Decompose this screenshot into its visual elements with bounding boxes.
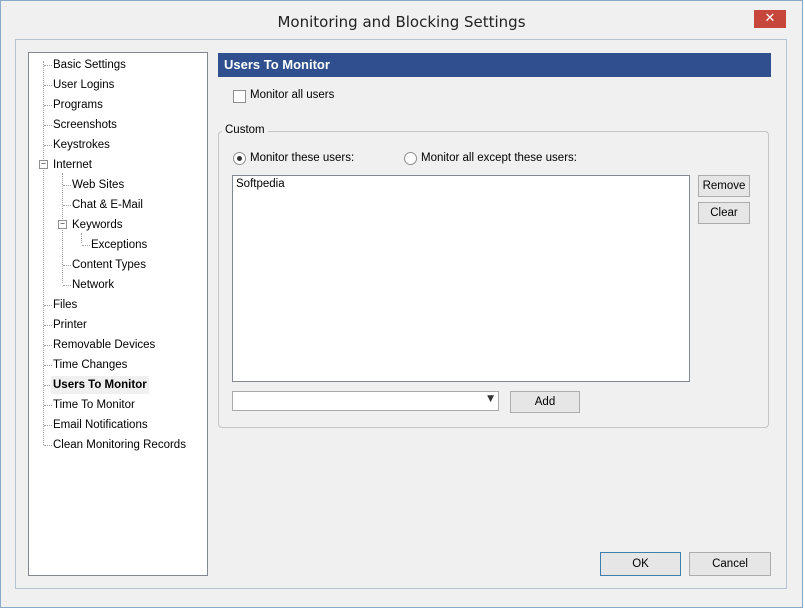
collapse-internet-icon[interactable]: − xyxy=(39,160,48,169)
monitor-all-checkbox[interactable] xyxy=(233,90,246,103)
clear-button[interactable]: Clear xyxy=(698,202,750,224)
close-button[interactable]: ✕ xyxy=(754,10,786,28)
collapse-keywords-icon[interactable]: − xyxy=(58,220,67,229)
tree-item-printer[interactable]: Printer xyxy=(51,316,89,334)
tree-item-chat-email[interactable]: Chat & E-Mail xyxy=(70,196,145,214)
title-bar: Monitoring and Blocking Settings ✕ xyxy=(1,1,802,39)
tree-item-keywords[interactable]: Keywords xyxy=(70,216,125,234)
tree-item-user-logins[interactable]: User Logins xyxy=(51,76,116,94)
monitor-these-label[interactable]: Monitor these users: xyxy=(250,152,354,164)
add-button[interactable]: Add xyxy=(510,391,580,413)
section-header: Users To Monitor xyxy=(218,53,771,77)
window-title: Monitoring and Blocking Settings xyxy=(277,13,526,31)
users-listbox[interactable]: Softpedia xyxy=(232,175,690,382)
tree-item-removable-devices[interactable]: Removable Devices xyxy=(51,336,157,354)
tree-item-programs[interactable]: Programs xyxy=(51,96,105,114)
monitor-except-radio[interactable] xyxy=(404,152,417,165)
tree-connector-keywords xyxy=(81,233,82,243)
tree-item-web-sites[interactable]: Web Sites xyxy=(70,176,126,194)
monitor-all-label[interactable]: Monitor all users xyxy=(250,89,334,101)
tree-item-basic-settings[interactable]: Basic Settings xyxy=(51,56,128,74)
tree-item-clean-monitoring-records[interactable]: Clean Monitoring Records xyxy=(51,436,188,454)
tree-item-internet[interactable]: Internet xyxy=(51,156,94,174)
user-combobox[interactable]: ▼ xyxy=(232,391,499,411)
dialog-body: − − Basic Settings User Logins Programs … xyxy=(15,39,787,589)
cancel-button[interactable]: Cancel xyxy=(689,552,771,576)
monitor-these-radio[interactable] xyxy=(233,152,246,165)
settings-tree: − − Basic Settings User Logins Programs … xyxy=(28,52,208,576)
close-icon: ✕ xyxy=(764,11,776,26)
remove-button[interactable]: Remove xyxy=(698,175,750,197)
tree-item-network[interactable]: Network xyxy=(70,276,116,294)
chevron-down-icon[interactable]: ▼ xyxy=(487,394,494,404)
tree-item-screenshots[interactable]: Screenshots xyxy=(51,116,119,134)
tree-item-time-to-monitor[interactable]: Time To Monitor xyxy=(51,396,137,414)
tree-item-users-to-monitor[interactable]: Users To Monitor xyxy=(51,376,149,394)
tree-item-time-changes[interactable]: Time Changes xyxy=(51,356,129,374)
tree-item-exceptions[interactable]: Exceptions xyxy=(89,236,149,254)
tree-item-files[interactable]: Files xyxy=(51,296,79,314)
custom-group-title: Custom xyxy=(222,124,268,136)
tree-item-email-notifications[interactable]: Email Notifications xyxy=(51,416,150,434)
tree-item-content-types[interactable]: Content Types xyxy=(70,256,148,274)
tree-item-keystrokes[interactable]: Keystrokes xyxy=(51,136,112,154)
ok-button[interactable]: OK xyxy=(600,552,681,576)
monitor-except-label[interactable]: Monitor all except these users: xyxy=(421,152,577,164)
list-item[interactable]: Softpedia xyxy=(236,178,285,190)
tree-connector-root xyxy=(43,61,44,445)
settings-window: Monitoring and Blocking Settings ✕ − − B… xyxy=(0,0,803,608)
